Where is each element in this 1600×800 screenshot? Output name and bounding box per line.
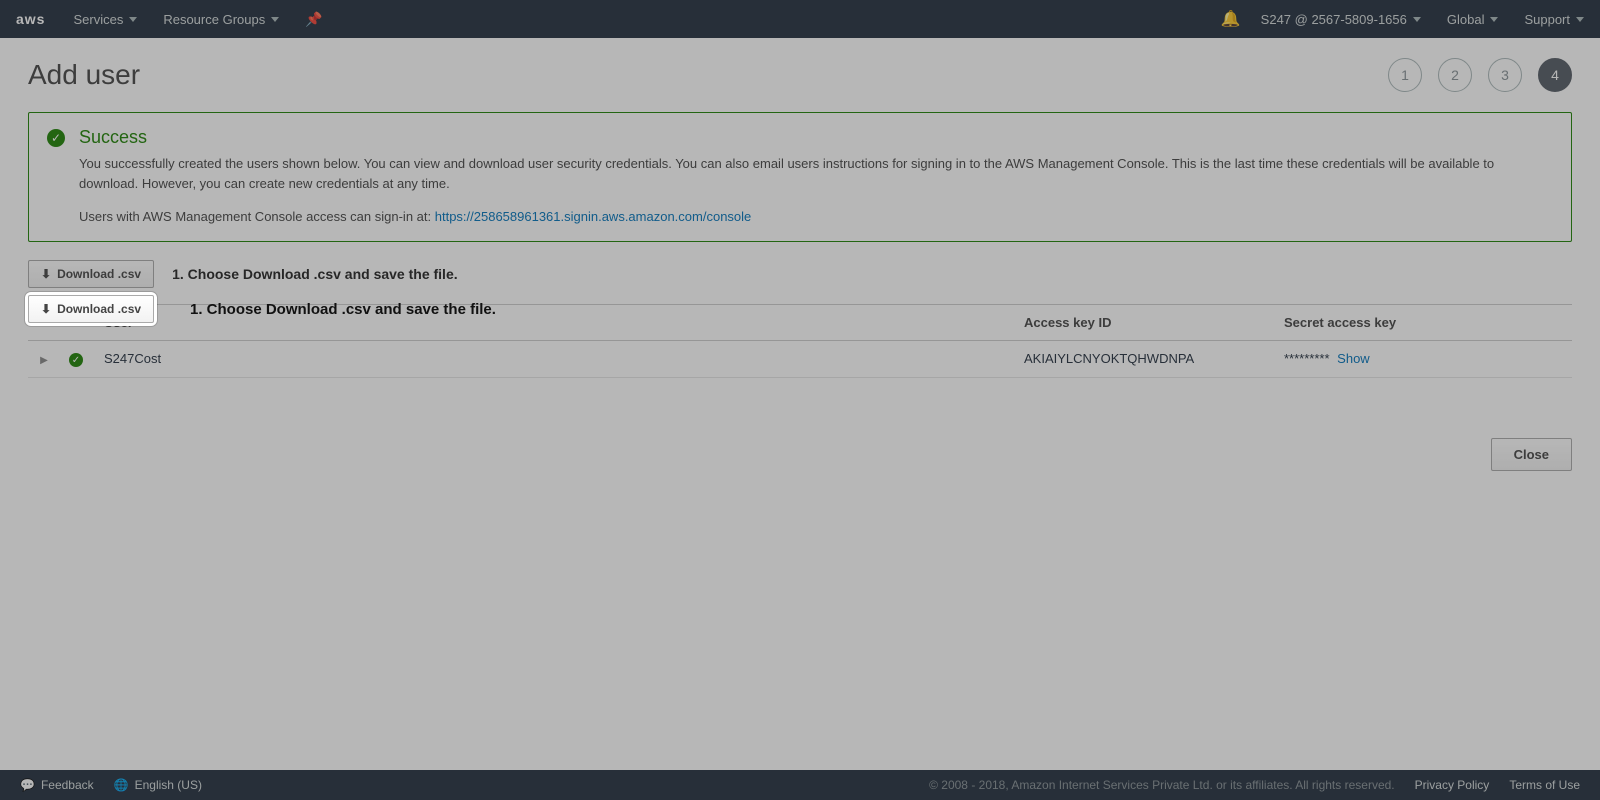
caret-down-icon <box>1413 17 1421 22</box>
nav-services[interactable]: Services <box>73 12 137 27</box>
col-user: User <box>92 304 1012 340</box>
caret-down-icon <box>1490 17 1498 22</box>
download-icon: ⬇ <box>41 267 51 281</box>
nav-services-label: Services <box>73 12 123 27</box>
tutorial-callout: 1. Choose Download .csv and save the fil… <box>172 266 458 282</box>
caret-down-icon <box>271 17 279 22</box>
caret-down-icon <box>1576 17 1584 22</box>
footer: 💬 Feedback 🌐 English (US) © 2008 - 2018,… <box>0 770 1600 800</box>
copyright-text: © 2008 - 2018, Amazon Internet Services … <box>929 778 1395 792</box>
step-4[interactable]: 4 <box>1538 58 1572 92</box>
download-csv-button[interactable]: ⬇ Download .csv <box>28 260 154 288</box>
page-body: Add user 1 2 3 4 ✓ Success You successfu… <box>0 38 1600 770</box>
language-selector[interactable]: 🌐 English (US) <box>114 778 202 792</box>
show-secret-link[interactable]: Show <box>1337 351 1370 366</box>
nav-support-label: Support <box>1524 12 1570 27</box>
top-nav: aws Services Resource Groups 📌 🔔 S247 @ … <box>0 0 1600 38</box>
nav-resource-groups[interactable]: Resource Groups <box>163 12 279 27</box>
secret-masked: ********* <box>1284 351 1330 366</box>
alert-body: You successfully created the users shown… <box>79 154 1553 193</box>
check-circle-icon: ✓ <box>69 353 83 367</box>
aws-logo[interactable]: aws <box>16 11 45 27</box>
step-2[interactable]: 2 <box>1438 58 1472 92</box>
pin-icon[interactable]: 📌 <box>305 11 322 28</box>
users-table: User Access key ID Secret access key ▶ ✓… <box>28 304 1572 379</box>
wizard-stepper: 1 2 3 4 <box>1388 58 1572 92</box>
step-1[interactable]: 1 <box>1388 58 1422 92</box>
aws-logo-text: aws <box>16 11 45 27</box>
expand-row-icon[interactable]: ▶ <box>40 355 48 366</box>
nav-account[interactable]: S247 @ 2567-5809-1656 <box>1261 12 1421 27</box>
alert-signin-line: Users with AWS Management Console access… <box>79 207 1553 227</box>
col-secret-key: Secret access key <box>1272 304 1572 340</box>
step-3[interactable]: 3 <box>1488 58 1522 92</box>
chat-icon: 💬 <box>20 778 35 792</box>
col-expand <box>28 304 60 340</box>
nav-support[interactable]: Support <box>1524 12 1584 27</box>
globe-icon: 🌐 <box>114 778 129 792</box>
col-status <box>60 304 92 340</box>
nav-resource-groups-label: Resource Groups <box>163 12 265 27</box>
download-csv-label: Download .csv <box>57 267 141 281</box>
alert-heading: Success <box>79 127 1553 148</box>
alert-signin-prefix: Users with AWS Management Console access… <box>79 209 435 224</box>
signin-url-link[interactable]: https://258658961361.signin.aws.amazon.c… <box>435 209 752 224</box>
cell-user: S247Cost <box>92 340 1012 378</box>
language-label: English (US) <box>135 778 202 792</box>
terms-link[interactable]: Terms of Use <box>1509 778 1580 792</box>
caret-down-icon <box>129 17 137 22</box>
feedback-label: Feedback <box>41 778 94 792</box>
table-row: ▶ ✓ S247Cost AKIAIYLCNYOKTQHWDNPA ******… <box>28 340 1572 378</box>
nav-region[interactable]: Global <box>1447 12 1499 27</box>
cell-access-key-id: AKIAIYLCNYOKTQHWDNPA <box>1012 340 1272 378</box>
col-access-key: Access key ID <box>1012 304 1272 340</box>
bell-icon[interactable]: 🔔 <box>1221 9 1241 29</box>
cell-secret: ********* Show <box>1272 340 1572 378</box>
check-circle-icon: ✓ <box>47 129 65 147</box>
nav-region-label: Global <box>1447 12 1485 27</box>
feedback-link[interactable]: 💬 Feedback <box>20 778 94 792</box>
privacy-link[interactable]: Privacy Policy <box>1415 778 1490 792</box>
close-button[interactable]: Close <box>1491 438 1572 471</box>
nav-account-label: S247 @ 2567-5809-1656 <box>1261 12 1407 27</box>
page-title: Add user <box>28 59 140 91</box>
success-alert: ✓ Success You successfully created the u… <box>28 112 1572 242</box>
